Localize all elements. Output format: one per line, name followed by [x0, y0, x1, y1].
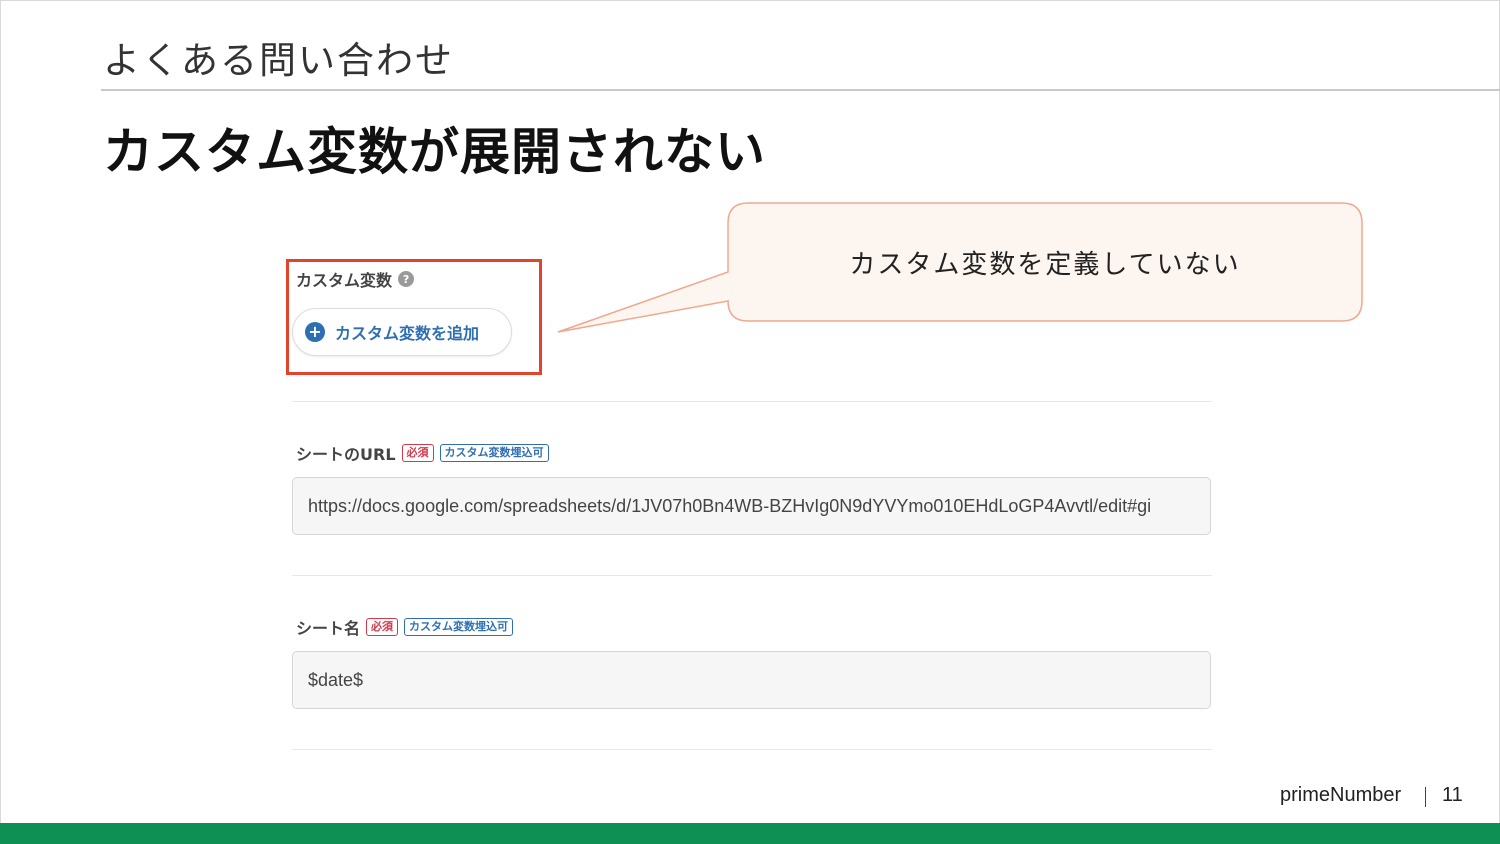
sheet-name-label-row: シート名 必須 カスタム変数埋込可 [296, 615, 514, 639]
custom-var-allowed-badge: カスタム変数埋込可 [439, 444, 549, 462]
sheet-url-label-row: シートのURL 必須 カスタム変数埋込可 [296, 441, 549, 465]
highlight-box [286, 259, 542, 375]
page-title: カスタム変数が展開されない [103, 123, 766, 181]
footer-accent-bar [0, 823, 1500, 844]
sheet-name-input[interactable]: $date$ [292, 651, 1211, 709]
sheet-name-label: シート名 [296, 619, 361, 638]
section-divider [292, 401, 1212, 402]
required-badge: 必須 [366, 618, 399, 636]
section-title: よくある問い合わせ [103, 39, 454, 82]
footer-separator [1425, 787, 1426, 807]
title-divider [101, 89, 1500, 91]
required-badge: 必須 [401, 444, 434, 462]
custom-var-allowed-badge: カスタム変数埋込可 [404, 618, 514, 636]
section-divider [292, 749, 1212, 750]
sheet-url-label: シートのURL [296, 445, 396, 464]
brand-name: primeNumber [1280, 784, 1402, 806]
section-divider [292, 575, 1212, 576]
page-number: 11 [1442, 784, 1463, 806]
sheet-url-input[interactable]: https://docs.google.com/spreadsheets/d/1… [292, 477, 1211, 535]
